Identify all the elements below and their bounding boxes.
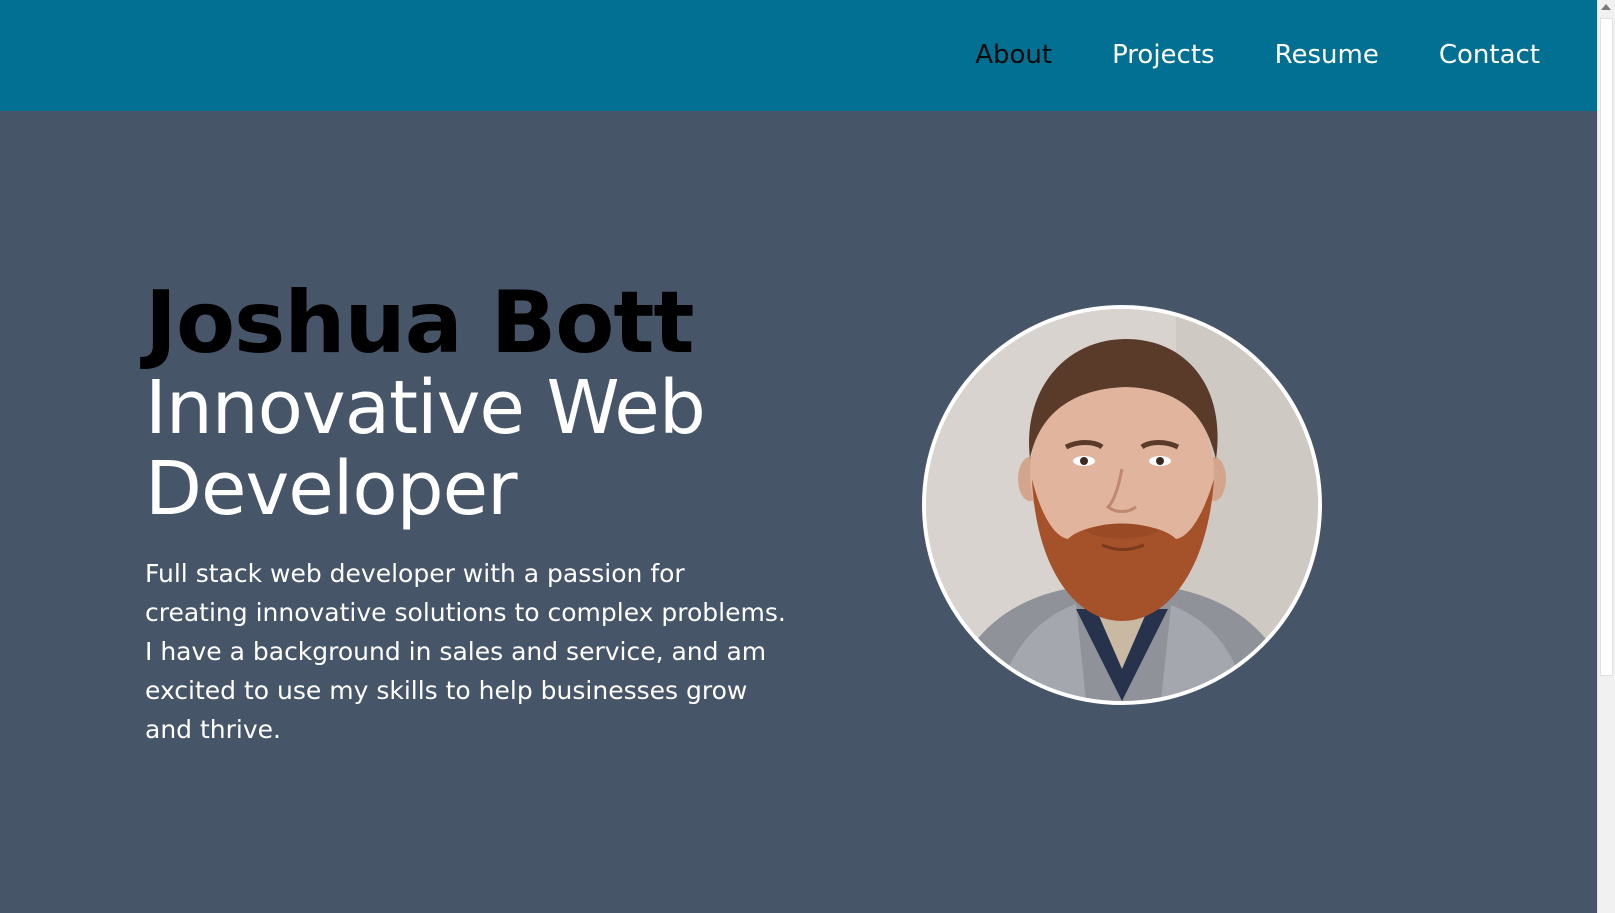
nav-links: About Projects Resume Contact [975,0,1540,111]
profile-photo [922,305,1322,705]
page: About Projects Resume Contact Joshua Bot… [0,0,1615,913]
vertical-scrollbar[interactable] [1597,0,1615,913]
hero-role: Innovative Web Developer [145,365,706,532]
scrollbar-thumb[interactable] [1600,18,1613,676]
nav-link-about[interactable]: About [975,42,1052,70]
navbar: About Projects Resume Contact [0,0,1597,111]
hero-description: Full stack web developer with a passion … [145,559,786,744]
profile-photo-illustration [926,309,1318,701]
nav-link-projects[interactable]: Projects [1112,42,1215,70]
nav-link-resume[interactable]: Resume [1275,42,1379,70]
hero-name: Joshua Bott [145,273,695,373]
hero-section: Joshua Bott Innovative Web Developer Ful… [145,278,805,749]
scroll-up-arrow-icon[interactable] [1601,4,1611,10]
nav-link-contact[interactable]: Contact [1439,42,1540,70]
